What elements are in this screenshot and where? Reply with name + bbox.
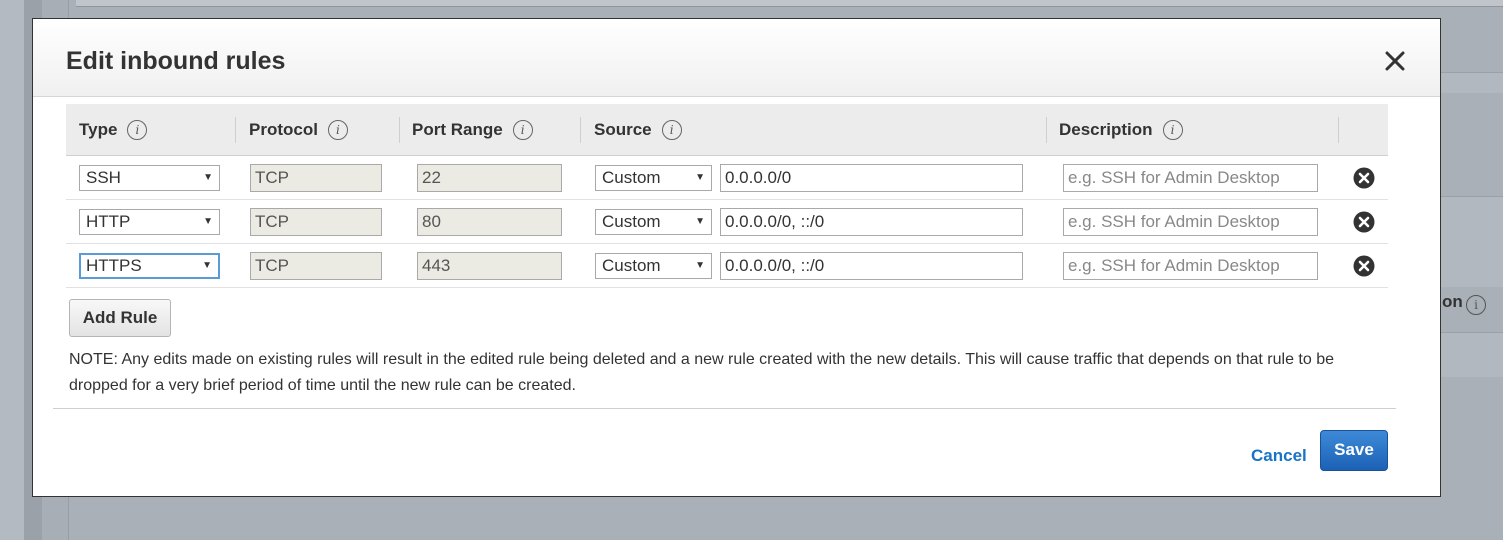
description-input[interactable] (1063, 208, 1318, 236)
dropdown-arrow-icon: ▼ (203, 216, 213, 227)
remove-circle-icon (1353, 167, 1375, 189)
close-button[interactable] (1381, 47, 1409, 75)
header-type-label: Type (79, 120, 118, 139)
cancel-button[interactable]: Cancel (1251, 446, 1307, 466)
type-select[interactable]: HTTP ▼ (79, 209, 220, 235)
background-peek-text: on (1442, 292, 1463, 311)
port-range-field: 22 (417, 164, 562, 192)
info-icon[interactable]: i (327, 120, 348, 140)
info-icon[interactable]: i (661, 120, 682, 140)
header-port-range: Port Range i (412, 120, 533, 140)
modal-title: Edit inbound rules (66, 47, 286, 75)
background-left-strip (0, 0, 24, 540)
table-row: HTTP ▼ TCP 80 Custom ▼ 0.0.0.0/0, ::/0 (66, 200, 1388, 244)
dropdown-arrow-icon: ▼ (203, 172, 213, 183)
table-header: Type i Protocol i Port Range i Source i … (66, 104, 1388, 156)
table-row: HTTPS ▼ TCP 443 Custom ▼ 0.0.0.0/0, ::/0 (66, 244, 1388, 288)
type-select-value: HTTPS (86, 256, 142, 275)
table-row: SSH ▼ TCP 22 Custom ▼ 0.0.0.0/0 (66, 156, 1388, 200)
column-separator (1046, 117, 1047, 143)
edit-warning-note: NOTE: Any edits made on existing rules w… (69, 351, 1335, 394)
source-select-value: Custom (602, 168, 661, 187)
type-select[interactable]: HTTPS ▼ (79, 253, 220, 279)
port-range-field: 80 (417, 208, 562, 236)
header-protocol-label: Protocol (249, 120, 318, 139)
remove-rule-button[interactable] (1353, 255, 1375, 277)
background-topbar (76, 0, 1503, 7)
source-cidr-input[interactable]: 0.0.0.0/0 (720, 164, 1023, 192)
footer-divider (53, 408, 1396, 409)
dropdown-arrow-icon: ▼ (202, 260, 212, 271)
header-description-label: Description (1059, 120, 1153, 139)
port-range-field: 443 (417, 252, 562, 280)
rules-table: Type i Protocol i Port Range i Source i … (66, 104, 1388, 288)
save-button[interactable]: Save (1320, 430, 1388, 471)
info-icon[interactable]: i (1162, 120, 1183, 140)
protocol-field: TCP (250, 164, 382, 192)
source-cidr-input[interactable]: 0.0.0.0/0, ::/0 (720, 208, 1023, 236)
background-info-icon: i (1466, 295, 1486, 315)
description-input[interactable] (1063, 164, 1318, 192)
modal-header: Edit inbound rules (33, 19, 1440, 97)
source-select[interactable]: Custom ▼ (595, 165, 712, 191)
protocol-field: TCP (250, 252, 382, 280)
source-select[interactable]: Custom ▼ (595, 209, 712, 235)
header-description: Description i (1059, 120, 1183, 140)
header-protocol: Protocol i (249, 120, 348, 140)
protocol-field: TCP (250, 208, 382, 236)
source-select[interactable]: Custom ▼ (595, 253, 712, 279)
type-select-value: SSH (86, 168, 121, 187)
background-row (1441, 196, 1503, 287)
column-separator (399, 117, 400, 143)
description-input[interactable] (1063, 252, 1318, 280)
info-icon[interactable]: i (512, 120, 533, 140)
remove-rule-button[interactable] (1353, 167, 1375, 189)
type-select[interactable]: SSH ▼ (79, 165, 220, 191)
close-icon (1385, 51, 1405, 71)
source-select-value: Custom (602, 256, 661, 275)
column-separator (235, 117, 236, 143)
info-icon[interactable]: i (127, 120, 148, 140)
dropdown-arrow-icon: ▼ (695, 216, 705, 227)
background-row (1441, 72, 1503, 93)
column-separator (1338, 117, 1339, 143)
remove-rule-button[interactable] (1353, 211, 1375, 233)
source-select-value: Custom (602, 212, 661, 231)
add-rule-button[interactable]: Add Rule (69, 299, 171, 337)
header-type: Type i (79, 120, 148, 140)
source-cidr-input[interactable]: 0.0.0.0/0, ::/0 (720, 252, 1023, 280)
header-port-range-label: Port Range (412, 120, 503, 139)
header-source: Source i (594, 120, 682, 140)
dropdown-arrow-icon: ▼ (695, 172, 705, 183)
remove-circle-icon (1353, 211, 1375, 233)
header-source-label: Source (594, 120, 652, 139)
background-row (1441, 332, 1503, 377)
dropdown-arrow-icon: ▼ (695, 260, 705, 271)
remove-circle-icon (1353, 255, 1375, 277)
column-separator (580, 117, 581, 143)
type-select-value: HTTP (86, 212, 131, 231)
edit-inbound-rules-modal: Edit inbound rules Type i Protocol i Por… (32, 18, 1441, 497)
